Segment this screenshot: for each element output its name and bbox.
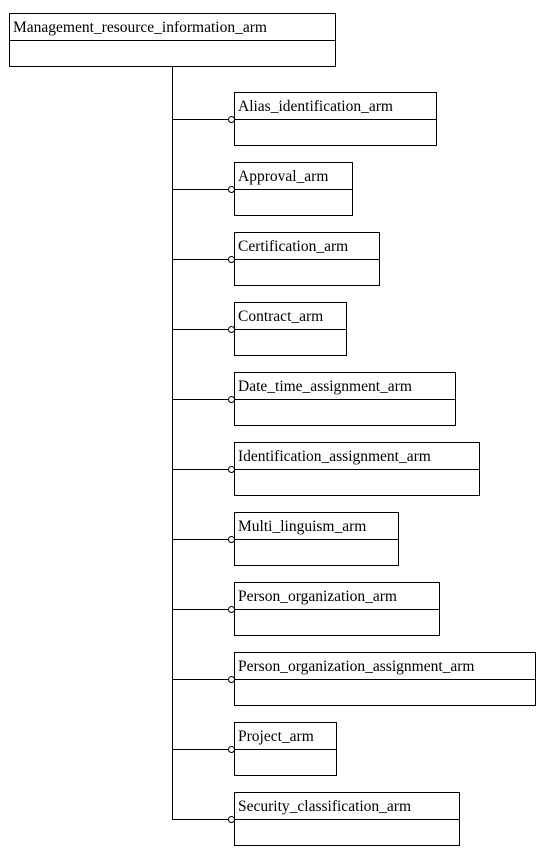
uml-box-title: Management_resource_information_arm bbox=[10, 14, 335, 41]
uml-box-title: Date_time_assignment_arm bbox=[235, 373, 455, 400]
connector-trunk-line bbox=[172, 66, 173, 819]
uml-box-compartment bbox=[235, 680, 535, 705]
uml-box-title: Identification_assignment_arm bbox=[235, 443, 479, 470]
uml-box-compartment bbox=[235, 260, 379, 285]
uml-box-compartment bbox=[235, 330, 346, 355]
uml-diagram-canvas: Management_resource_information_arm Alia… bbox=[0, 0, 546, 854]
uml-box-title: Security_classification_arm bbox=[235, 793, 459, 820]
connector-branch-line bbox=[172, 189, 234, 190]
connector-branch-line bbox=[172, 469, 234, 470]
uml-box-title: Contract_arm bbox=[235, 303, 346, 330]
uml-box-title: Approval_arm bbox=[235, 163, 352, 190]
uml-box-compartment bbox=[235, 610, 439, 635]
uml-box-root[interactable]: Management_resource_information_arm bbox=[9, 13, 336, 67]
uml-box-child[interactable]: Date_time_assignment_arm bbox=[234, 372, 456, 426]
uml-box-title: Certification_arm bbox=[235, 233, 379, 260]
connector-branch-line bbox=[172, 259, 234, 260]
uml-box-child[interactable]: Alias_identification_arm bbox=[234, 92, 437, 146]
uml-box-child[interactable]: Approval_arm bbox=[234, 162, 353, 216]
connector-branch-line bbox=[172, 609, 234, 610]
uml-box-compartment bbox=[235, 400, 455, 425]
uml-box-child[interactable]: Security_classification_arm bbox=[234, 792, 460, 846]
uml-box-title: Multi_linguism_arm bbox=[235, 513, 398, 540]
connector-branch-line bbox=[172, 749, 234, 750]
uml-box-child[interactable]: Person_organization_assignment_arm bbox=[234, 652, 536, 706]
uml-box-child[interactable]: Project_arm bbox=[234, 722, 337, 776]
uml-box-compartment bbox=[235, 540, 398, 565]
uml-box-child[interactable]: Multi_linguism_arm bbox=[234, 512, 399, 566]
uml-box-child[interactable]: Contract_arm bbox=[234, 302, 347, 356]
uml-box-title: Project_arm bbox=[235, 723, 336, 750]
connector-branch-line bbox=[172, 329, 234, 330]
uml-box-title: Person_organization_assignment_arm bbox=[235, 653, 535, 680]
connector-branch-line bbox=[172, 399, 234, 400]
uml-box-compartment bbox=[235, 470, 479, 495]
connector-branch-line bbox=[172, 539, 234, 540]
connector-branch-line bbox=[172, 819, 234, 820]
uml-box-compartment bbox=[235, 120, 436, 145]
uml-box-compartment bbox=[235, 820, 459, 845]
uml-box-child[interactable]: Person_organization_arm bbox=[234, 582, 440, 636]
uml-box-child[interactable]: Identification_assignment_arm bbox=[234, 442, 480, 496]
uml-box-title: Person_organization_arm bbox=[235, 583, 439, 610]
uml-box-child[interactable]: Certification_arm bbox=[234, 232, 380, 286]
uml-box-compartment bbox=[235, 750, 336, 775]
connector-branch-line bbox=[172, 119, 234, 120]
uml-box-compartment bbox=[10, 41, 335, 66]
uml-box-compartment bbox=[235, 190, 352, 215]
uml-box-title: Alias_identification_arm bbox=[235, 93, 436, 120]
connector-branch-line bbox=[172, 679, 234, 680]
